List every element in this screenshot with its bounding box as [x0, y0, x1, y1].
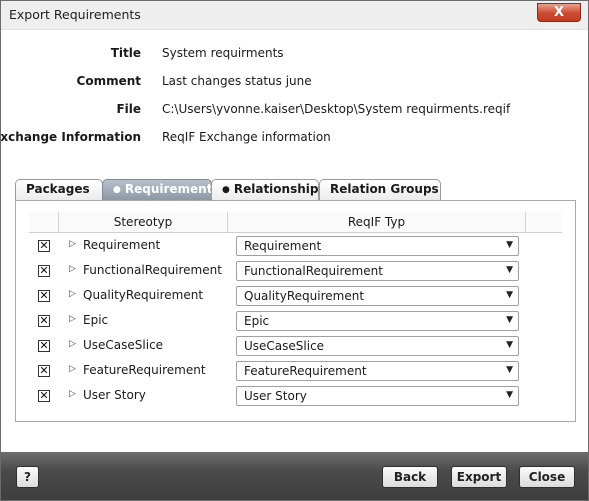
- comment-label: Comment: [76, 74, 141, 88]
- include-checkbox[interactable]: ✕: [38, 315, 50, 327]
- expand-triangle-icon[interactable]: ▷: [69, 289, 76, 299]
- expand-triangle-icon[interactable]: ▷: [69, 264, 76, 274]
- include-checkbox[interactable]: ✕: [38, 265, 50, 277]
- table-row: ✕ ▷ QualityRequirement QualityRequiremen…: [29, 284, 562, 309]
- reqif-type-dropdown[interactable]: FeatureRequirement ▼: [236, 361, 519, 381]
- dialog-footer: ? Back Export Close: [1, 452, 588, 500]
- dropdown-arrow-icon: ▼: [506, 340, 513, 350]
- info-row-exchange: Exchange Information ReqIF Exchange info…: [1, 130, 588, 150]
- table-row: ✕ ▷ Epic Epic ▼: [29, 309, 562, 334]
- export-requirements-dialog: Export Requirements X Title System requi…: [0, 0, 589, 501]
- stereotype-label: FeatureRequirement: [83, 363, 206, 377]
- reqif-type-value: UseCaseSlice: [244, 339, 325, 353]
- info-row-file: File C:\Users\yvonne.kaiser\Desktop\Syst…: [1, 102, 588, 122]
- table-row: ✕ ▷ User Story User Story ▼: [29, 384, 562, 409]
- tab-strip: Packages ● Requirements ● Relationships Re…: [15, 179, 575, 201]
- stereotype-label: Requirement: [83, 238, 161, 252]
- comment-value: Last changes status june: [162, 74, 312, 88]
- tab-packages-label: Packages: [26, 182, 90, 196]
- tab-relation-groups-label: Relation Groups: [330, 182, 439, 196]
- expand-triangle-icon[interactable]: ▷: [69, 364, 76, 374]
- info-row-comment: Comment Last changes status june: [1, 74, 588, 94]
- include-checkbox[interactable]: ✕: [38, 340, 50, 352]
- table-row: ✕ ▷ FunctionalRequirement FunctionalRequ…: [29, 259, 562, 284]
- reqif-type-dropdown[interactable]: Requirement ▼: [236, 236, 519, 256]
- reqif-type-dropdown[interactable]: QualityRequirement ▼: [236, 286, 519, 306]
- stereotype-mapping-grid: Stereotyp ReqIF Typ ✕ ▷ Requirement Requ…: [29, 212, 562, 414]
- include-checkbox[interactable]: ✕: [38, 290, 50, 302]
- export-button[interactable]: Export: [451, 466, 507, 488]
- tab-requirements[interactable]: ● Requirements: [102, 179, 220, 200]
- close-window-icon[interactable]: X: [537, 3, 581, 22]
- dropdown-arrow-icon: ▼: [506, 240, 513, 250]
- expand-triangle-icon[interactable]: ▷: [69, 239, 76, 249]
- include-checkbox[interactable]: ✕: [38, 390, 50, 402]
- reqif-type-value: User Story: [244, 389, 307, 403]
- back-button[interactable]: Back: [382, 466, 438, 488]
- dropdown-arrow-icon: ▼: [506, 315, 513, 325]
- help-button[interactable]: ?: [16, 466, 39, 488]
- file-value: C:\Users\yvonne.kaiser\Desktop\System re…: [162, 102, 511, 116]
- stereotype-label: QualityRequirement: [83, 288, 204, 302]
- table-row: ✕ ▷ FeatureRequirement FeatureRequiremen…: [29, 359, 562, 384]
- modified-dot-icon: ●: [222, 185, 230, 195]
- dropdown-arrow-icon: ▼: [506, 365, 513, 375]
- exchange-value: ReqIF Exchange information: [162, 130, 331, 144]
- stereotype-label: User Story: [83, 388, 146, 402]
- requirements-tab-panel: Stereotyp ReqIF Typ ✕ ▷ Requirement Requ…: [15, 200, 576, 422]
- stereotype-label: UseCaseSlice: [83, 338, 164, 352]
- reqif-type-dropdown[interactable]: UseCaseSlice ▼: [236, 336, 519, 356]
- reqif-type-value: Requirement: [244, 239, 322, 253]
- header-stereotyp[interactable]: Stereotyp: [59, 212, 227, 233]
- table-row: ✕ ▷ UseCaseSlice UseCaseSlice ▼: [29, 334, 562, 359]
- grid-header: Stereotyp ReqIF Typ: [29, 212, 562, 233]
- window-title: Export Requirements: [9, 7, 141, 22]
- exchange-label: Exchange Information: [0, 130, 141, 144]
- table-row: ✕ ▷ Requirement Requirement ▼: [29, 234, 562, 259]
- modified-dot-icon: ●: [113, 185, 121, 195]
- reqif-type-dropdown[interactable]: User Story ▼: [236, 386, 519, 406]
- title-value: System requirments: [162, 46, 284, 60]
- stereotype-label: Epic: [83, 313, 109, 327]
- tab-relationships-label: Relationships: [233, 182, 326, 196]
- tab-relation-groups[interactable]: Relation Groups: [319, 179, 441, 200]
- reqif-type-value: FunctionalRequirement: [244, 264, 383, 278]
- header-reqif-typ[interactable]: ReqIF Typ: [228, 212, 525, 233]
- dropdown-arrow-icon: ▼: [506, 390, 513, 400]
- include-checkbox[interactable]: ✕: [38, 240, 50, 252]
- reqif-type-dropdown[interactable]: FunctionalRequirement ▼: [236, 261, 519, 281]
- tab-relationships[interactable]: ● Relationships: [211, 179, 326, 200]
- include-checkbox[interactable]: ✕: [38, 365, 50, 377]
- file-label: File: [116, 102, 141, 116]
- tab-packages[interactable]: Packages: [15, 179, 103, 200]
- title-label: Title: [110, 46, 141, 60]
- reqif-type-dropdown[interactable]: Epic ▼: [236, 311, 519, 331]
- close-button[interactable]: Close: [519, 466, 575, 488]
- info-row-title: Title System requirments: [1, 46, 588, 66]
- expand-triangle-icon[interactable]: ▷: [69, 389, 76, 399]
- title-bar: Export Requirements X: [1, 1, 588, 30]
- reqif-type-value: QualityRequirement: [244, 289, 365, 303]
- reqif-type-value: FeatureRequirement: [244, 364, 367, 378]
- dropdown-arrow-icon: ▼: [506, 290, 513, 300]
- reqif-type-value: Epic: [244, 314, 270, 328]
- expand-triangle-icon[interactable]: ▷: [69, 339, 76, 349]
- expand-triangle-icon[interactable]: ▷: [69, 314, 76, 324]
- tab-requirements-label: Requirements: [124, 182, 220, 196]
- dropdown-arrow-icon: ▼: [506, 265, 513, 275]
- stereotype-label: FunctionalRequirement: [83, 263, 222, 277]
